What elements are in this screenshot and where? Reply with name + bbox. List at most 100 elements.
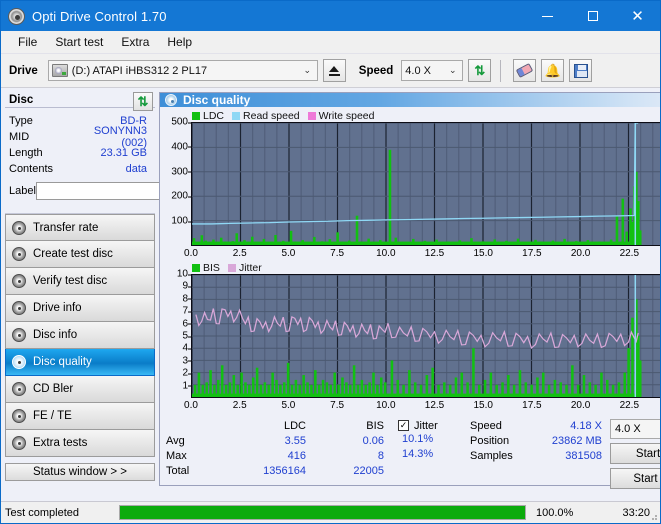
sidebar-item-cd-bler[interactable]: CD Bler bbox=[5, 376, 155, 404]
y-tick-label: 6 bbox=[182, 318, 191, 330]
x-tick-label: 12.5 bbox=[424, 248, 445, 259]
disc-contents-label: Contents bbox=[9, 163, 54, 176]
menu-start-test[interactable]: Start test bbox=[46, 32, 112, 52]
ldc-speed-chart: LDC Read speed Write speed 100 200 300 400 5… bbox=[162, 109, 660, 261]
speed-label: Speed bbox=[358, 64, 394, 77]
sidebar-item-label: Disc info bbox=[33, 329, 78, 342]
test-speed-select[interactable]: 4.0 X ⌄ bbox=[610, 419, 660, 439]
jitter-toggle[interactable]: ✓ Jitter bbox=[398, 418, 470, 433]
x-tick-label: 17.5 bbox=[522, 400, 542, 411]
sidebar-nav: Transfer rate Create test disc Verify te… bbox=[5, 213, 155, 458]
eject-button[interactable] bbox=[322, 59, 346, 82]
x-tick-label: 22.5 bbox=[619, 248, 640, 259]
disc-icon bbox=[12, 328, 26, 343]
progress-percent: 100.0% bbox=[536, 506, 574, 519]
x-tick-label: 15.0 bbox=[473, 248, 493, 259]
speed-value: 4.18 X bbox=[570, 419, 602, 432]
stats-row-max: Max 416 8 bbox=[166, 448, 398, 463]
disc-label-row: Label bbox=[9, 180, 238, 202]
sidebar-item-disc-quality[interactable]: Disc quality bbox=[5, 349, 155, 377]
test-readout: Speed Position Samples 4.18 X 23862 MB 3… bbox=[470, 418, 660, 493]
sidebar-item-create-test-disc[interactable]: Create test disc bbox=[5, 241, 155, 269]
stats-total-bis: 22005 bbox=[353, 464, 384, 477]
drive-select[interactable]: (D:) ATAPI iHBS312 2 PL17 ⌄ bbox=[47, 60, 318, 81]
menu-file[interactable]: File bbox=[9, 32, 46, 52]
sidebar-item-verify-test-disc[interactable]: Verify test disc bbox=[5, 268, 155, 296]
y-tick-label: 1 bbox=[182, 380, 191, 392]
menu-help[interactable]: Help bbox=[158, 32, 201, 52]
status-message: Test completed bbox=[5, 506, 79, 519]
sidebar-item-fe-te[interactable]: FE / TE bbox=[5, 403, 155, 431]
chart1-legend: LDC Read speed Write speed bbox=[162, 109, 660, 122]
test-speed-value: 4.0 X bbox=[615, 423, 641, 435]
window-title: Opti Drive Control 1.70 bbox=[32, 8, 167, 24]
disc-mid-value: SONYNN3 (002) bbox=[93, 125, 147, 150]
body-area: Disc ⇅ Type BD-R MID SONYNN3 (002) Lengt… bbox=[1, 88, 660, 489]
save-icon bbox=[573, 63, 588, 78]
x-tick-label: 20.0 bbox=[570, 248, 591, 259]
menu-bar: File Start test Extra Help bbox=[1, 31, 660, 54]
maximize-button[interactable] bbox=[570, 1, 615, 31]
readout-keys: Speed Position Samples bbox=[470, 418, 532, 493]
legend-label: Read speed bbox=[243, 109, 300, 122]
refresh-button[interactable]: ⇅ bbox=[468, 59, 492, 82]
disc-length-value: 23.31 GB bbox=[100, 147, 147, 160]
position-value: 23862 MB bbox=[551, 434, 602, 447]
menu-extra[interactable]: Extra bbox=[112, 32, 158, 52]
disc-refresh-button[interactable]: ⇅ bbox=[133, 92, 153, 111]
legend-label: LDC bbox=[203, 109, 225, 122]
x-tick-label: 7.5 bbox=[330, 248, 345, 259]
legend-item-ldc: LDC bbox=[192, 110, 224, 122]
chart2-plot[interactable] bbox=[191, 274, 660, 398]
maximize-icon bbox=[587, 11, 598, 21]
jitter-checkbox[interactable]: ✓ bbox=[398, 420, 409, 431]
legend-label: Write speed bbox=[318, 109, 375, 122]
legend-label: Jitter bbox=[238, 261, 262, 274]
start-part-button[interactable]: Start part bbox=[610, 468, 660, 489]
sidebar-item-label: Transfer rate bbox=[33, 221, 99, 234]
sidebar-item-transfer-rate[interactable]: Transfer rate bbox=[5, 214, 155, 242]
y-tick-label: 100 bbox=[171, 215, 191, 227]
speed-key: Speed bbox=[470, 419, 502, 432]
disc-icon bbox=[12, 301, 26, 316]
minimize-button[interactable] bbox=[525, 1, 570, 31]
legend-swatch bbox=[192, 111, 200, 120]
stats-table: LDC BIS Avg 3.55 0.06 Max 416 8 Total 13… bbox=[166, 418, 398, 493]
action-buttons: 4.0 X ⌄ Start full Start part bbox=[610, 418, 660, 493]
start-full-button[interactable]: Start full bbox=[610, 443, 660, 464]
close-button[interactable]: ✕ bbox=[615, 1, 660, 31]
statistics-area: LDC BIS Avg 3.55 0.06 Max 416 8 Total 13… bbox=[160, 413, 660, 493]
sidebar-item-drive-info[interactable]: Drive info bbox=[5, 295, 155, 323]
eraser-icon bbox=[516, 63, 534, 78]
chart2-svg bbox=[192, 275, 660, 397]
bell-button[interactable]: 🔔 bbox=[541, 59, 565, 82]
chart1-x-axis: 0.02.55.07.510.012.515.017.520.022.525.0… bbox=[162, 246, 660, 261]
sidebar-item-extra-tests[interactable]: Extra tests bbox=[5, 430, 155, 458]
speed-select[interactable]: 4.0 X ⌄ bbox=[401, 60, 464, 81]
chart1-plot-row: 100200300400500 2 X4 X6 X8 X10 X12 X14 X… bbox=[162, 117, 660, 246]
stats-avg-bis: 0.06 bbox=[362, 434, 384, 447]
stats-row-label: Max bbox=[166, 449, 187, 462]
position-key: Position bbox=[470, 434, 510, 447]
save-button[interactable] bbox=[569, 59, 593, 82]
disc-info-row: MID SONYNN3 (002) bbox=[9, 125, 151, 149]
x-tick-label: 10.0 bbox=[376, 400, 396, 411]
chevron-down-icon: ⌄ bbox=[449, 65, 457, 75]
stats-header-ldc: LDC bbox=[283, 419, 306, 432]
stats-row-label: Total bbox=[166, 464, 190, 477]
chart1-plot[interactable] bbox=[191, 122, 660, 246]
x-tick-label: 7.5 bbox=[330, 400, 345, 411]
erase-button[interactable] bbox=[513, 59, 537, 82]
x-tick-label: 20.0 bbox=[570, 400, 591, 411]
disc-panel-header: Disc ⇅ bbox=[5, 92, 155, 111]
resize-grip[interactable] bbox=[648, 511, 658, 521]
y-tick-label: 5 bbox=[182, 330, 191, 342]
status-window-button[interactable]: Status window > > bbox=[5, 463, 155, 481]
sidebar-item-disc-info[interactable]: Disc info bbox=[5, 322, 155, 350]
drive-toolbar: Drive (D:) ATAPI iHBS312 2 PL17 ⌄ Speed … bbox=[1, 54, 660, 88]
y-tick-label: 300 bbox=[171, 166, 191, 178]
readout-values: 4.18 X 23862 MB 381508 bbox=[532, 418, 610, 493]
stats-header-row: LDC BIS bbox=[166, 418, 398, 433]
legend-swatch bbox=[232, 111, 241, 120]
stats-total-ldc: 1356164 bbox=[263, 464, 306, 477]
